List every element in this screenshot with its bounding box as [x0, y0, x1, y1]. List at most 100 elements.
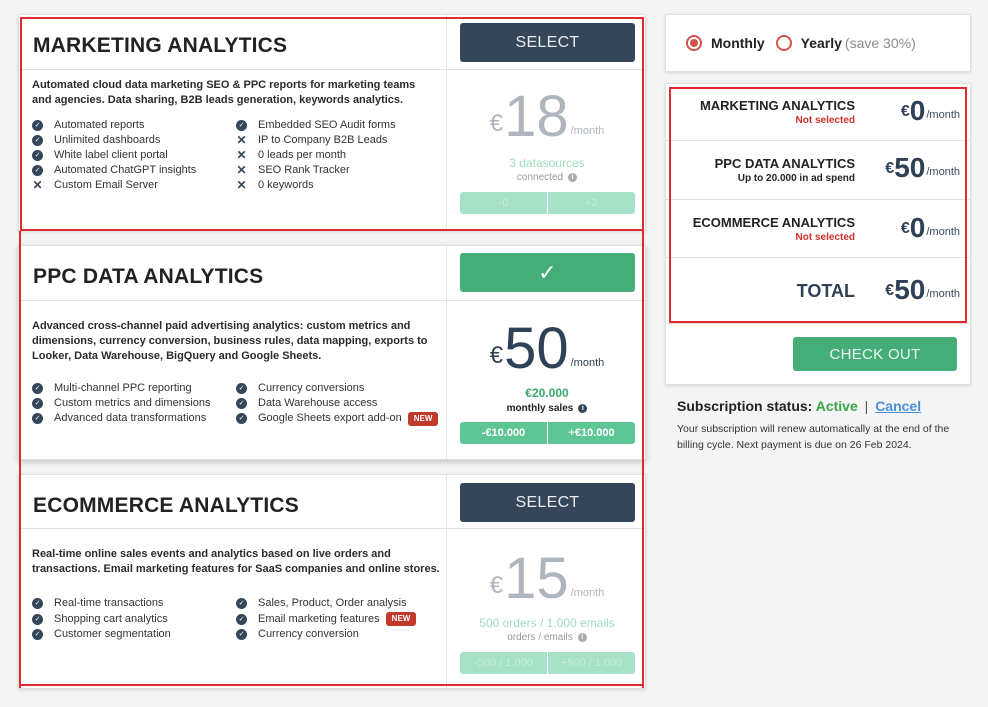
feature-item: ✕ SEO Rank Tracker	[236, 163, 440, 178]
quantity-value: 500 orders / 1.000 emails	[479, 616, 615, 630]
feature-item: ✓ Automated reports	[32, 118, 236, 133]
feature-item: ✕ 0 keywords	[236, 178, 440, 193]
feature-label: Custom Email Server	[54, 179, 158, 191]
feature-item: ✕ 0 leads per month	[236, 148, 440, 163]
check-circle-icon: ✓	[236, 598, 247, 609]
feature-label: Sales, Product, Order analysis	[258, 597, 407, 609]
yearly-option[interactable]: Yearly (save 30%)	[775, 35, 916, 51]
quantity-stepper: -0 +2	[460, 192, 635, 214]
highlight-box	[642, 231, 644, 688]
feature-label: SEO Rank Tracker	[258, 164, 350, 176]
info-icon[interactable]: i	[578, 404, 588, 413]
yearly-label: Yearly	[800, 35, 842, 51]
feature-label: Custom metrics and dimensions	[54, 397, 211, 409]
feature-label: IP to Company B2B Leads	[258, 134, 388, 146]
feature-item: ✓ Embedded SEO Audit forms	[236, 118, 440, 133]
x-icon: ✕	[236, 133, 247, 147]
check-circle-icon: ✓	[236, 398, 247, 409]
increase-button[interactable]: +€10.000	[547, 422, 635, 444]
currency-symbol: €	[489, 342, 504, 369]
feature-label: Automated reports	[54, 119, 145, 131]
cancel-subscription-link[interactable]: Cancel	[875, 398, 921, 414]
plan-card-ppc: PPC DATA ANALYTICS Advanced cross-channe…	[18, 245, 646, 460]
plan-description: Automated cloud data marketing SEO & PPC…	[32, 79, 416, 106]
check-circle-icon: ✓	[32, 150, 43, 161]
check-circle-icon: ✓	[32, 598, 43, 609]
feature-item: ✓ White label client portal	[32, 148, 236, 163]
feature-item: ✓ Real-time transactions	[32, 596, 236, 611]
feature-label: Embedded SEO Audit forms	[258, 119, 396, 131]
feature-item: ✓ Multi-channel PPC reporting	[32, 381, 236, 396]
feature-label: Currency conversions	[258, 382, 365, 394]
feature-label: Real-time transactions	[54, 597, 164, 609]
decrease-button[interactable]: -500 / 1.000	[460, 652, 547, 674]
currency-symbol: €	[489, 572, 504, 599]
quantity-label-text: orders / emails	[507, 632, 573, 643]
price-amount: 15	[504, 546, 569, 611]
price-amount: 50	[504, 316, 569, 381]
select-plan-button[interactable]: SELECT	[460, 483, 635, 522]
check-circle-icon: ✓	[32, 613, 43, 625]
plan-price: € 18 /month	[447, 88, 647, 146]
subscription-status: Subscription status: Active | Cancel	[677, 398, 921, 414]
plan-card-ecommerce: ECOMMERCE ANALYTICS Real-time online sal…	[18, 474, 646, 689]
subscription-status-value: Active	[815, 398, 858, 414]
decrease-button[interactable]: -0	[460, 192, 547, 214]
check-circle-icon: ✓	[32, 413, 43, 424]
feature-item: ✓ Automated ChatGPT insights	[32, 163, 236, 178]
plan-price: € 15 /month	[447, 546, 647, 611]
plan-title: PPC DATA ANALYTICS	[33, 265, 264, 288]
feature-label: 0 leads per month	[258, 149, 347, 161]
feature-item: ✕ Custom Email Server	[32, 178, 236, 193]
check-circle-icon: ✓	[32, 629, 43, 640]
highlight-box	[19, 684, 644, 686]
feature-list: ✓ Automated reports ✓ Unlimited dashboards ✓…	[32, 118, 442, 193]
increase-button[interactable]: +2	[547, 192, 635, 214]
decrease-button[interactable]: -€10.000	[460, 422, 547, 444]
selected-plan-button[interactable]: ✓	[460, 253, 635, 292]
plan-title: MARKETING ANALYTICS	[33, 34, 288, 57]
increase-button[interactable]: +500 / 1.000	[547, 652, 635, 674]
quantity-label-text: monthly sales	[506, 403, 574, 414]
price-period: /month	[570, 587, 605, 599]
monthly-option[interactable]: Monthly	[686, 35, 765, 51]
billing-period-toggle: Monthly Yearly (save 30%)	[665, 14, 971, 72]
quantity-stepper: -500 / 1.000 +500 / 1.000	[460, 652, 635, 674]
feature-item: ✓ Google Sheets export add-on NEW	[236, 411, 440, 426]
feature-item: ✓ Custom metrics and dimensions	[32, 396, 236, 411]
check-circle-icon: ✓	[236, 613, 247, 625]
quantity-value: €20.000	[525, 386, 569, 400]
order-summary: MARKETING ANALYTICS Not selected € 0 /mo…	[665, 83, 971, 385]
x-icon: ✕	[236, 163, 247, 177]
check-circle-icon: ✓	[236, 413, 247, 424]
separator: |	[864, 398, 869, 414]
plan-description: Advanced cross-channel paid advertising …	[32, 320, 428, 362]
renewal-notice: Your subscription will renew automatical…	[677, 423, 950, 451]
feature-label: Shopping cart analytics	[54, 612, 168, 625]
feature-label: Advanced data transformations	[54, 412, 207, 424]
checkout-button[interactable]: CHECK OUT	[793, 337, 957, 371]
feature-item: ✓ Unlimited dashboards	[32, 133, 236, 148]
info-icon[interactable]: i	[568, 173, 578, 182]
feature-item: ✓ Email marketing features NEW	[236, 612, 440, 627]
check-circle-icon: ✓	[32, 165, 43, 176]
plan-price: € 50 /month	[447, 316, 647, 381]
feature-label: 0 keywords	[258, 179, 314, 191]
info-icon[interactable]: i	[577, 633, 587, 642]
feature-item: ✓ Customer segmentation	[32, 627, 236, 642]
select-plan-button[interactable]: SELECT	[460, 23, 635, 62]
quantity-label: connected i	[447, 172, 647, 183]
monthly-radio[interactable]	[686, 35, 702, 51]
plan-title: ECOMMERCE ANALYTICS	[33, 494, 299, 517]
feature-list: ✓ Multi-channel PPC reporting ✓ Custom metr…	[32, 381, 442, 426]
feature-label: Automated ChatGPT insights	[54, 164, 197, 176]
feature-label: Customer segmentation	[54, 628, 171, 640]
check-circle-icon: ✓	[236, 629, 247, 640]
currency-symbol: €	[489, 110, 504, 137]
feature-item: ✓ Sales, Product, Order analysis	[236, 596, 440, 611]
feature-item: ✕ IP to Company B2B Leads	[236, 133, 440, 148]
yearly-radio[interactable]	[775, 35, 792, 51]
check-circle-icon: ✓	[236, 120, 247, 131]
x-icon: ✕	[236, 178, 247, 192]
check-circle-icon: ✓	[32, 135, 43, 146]
